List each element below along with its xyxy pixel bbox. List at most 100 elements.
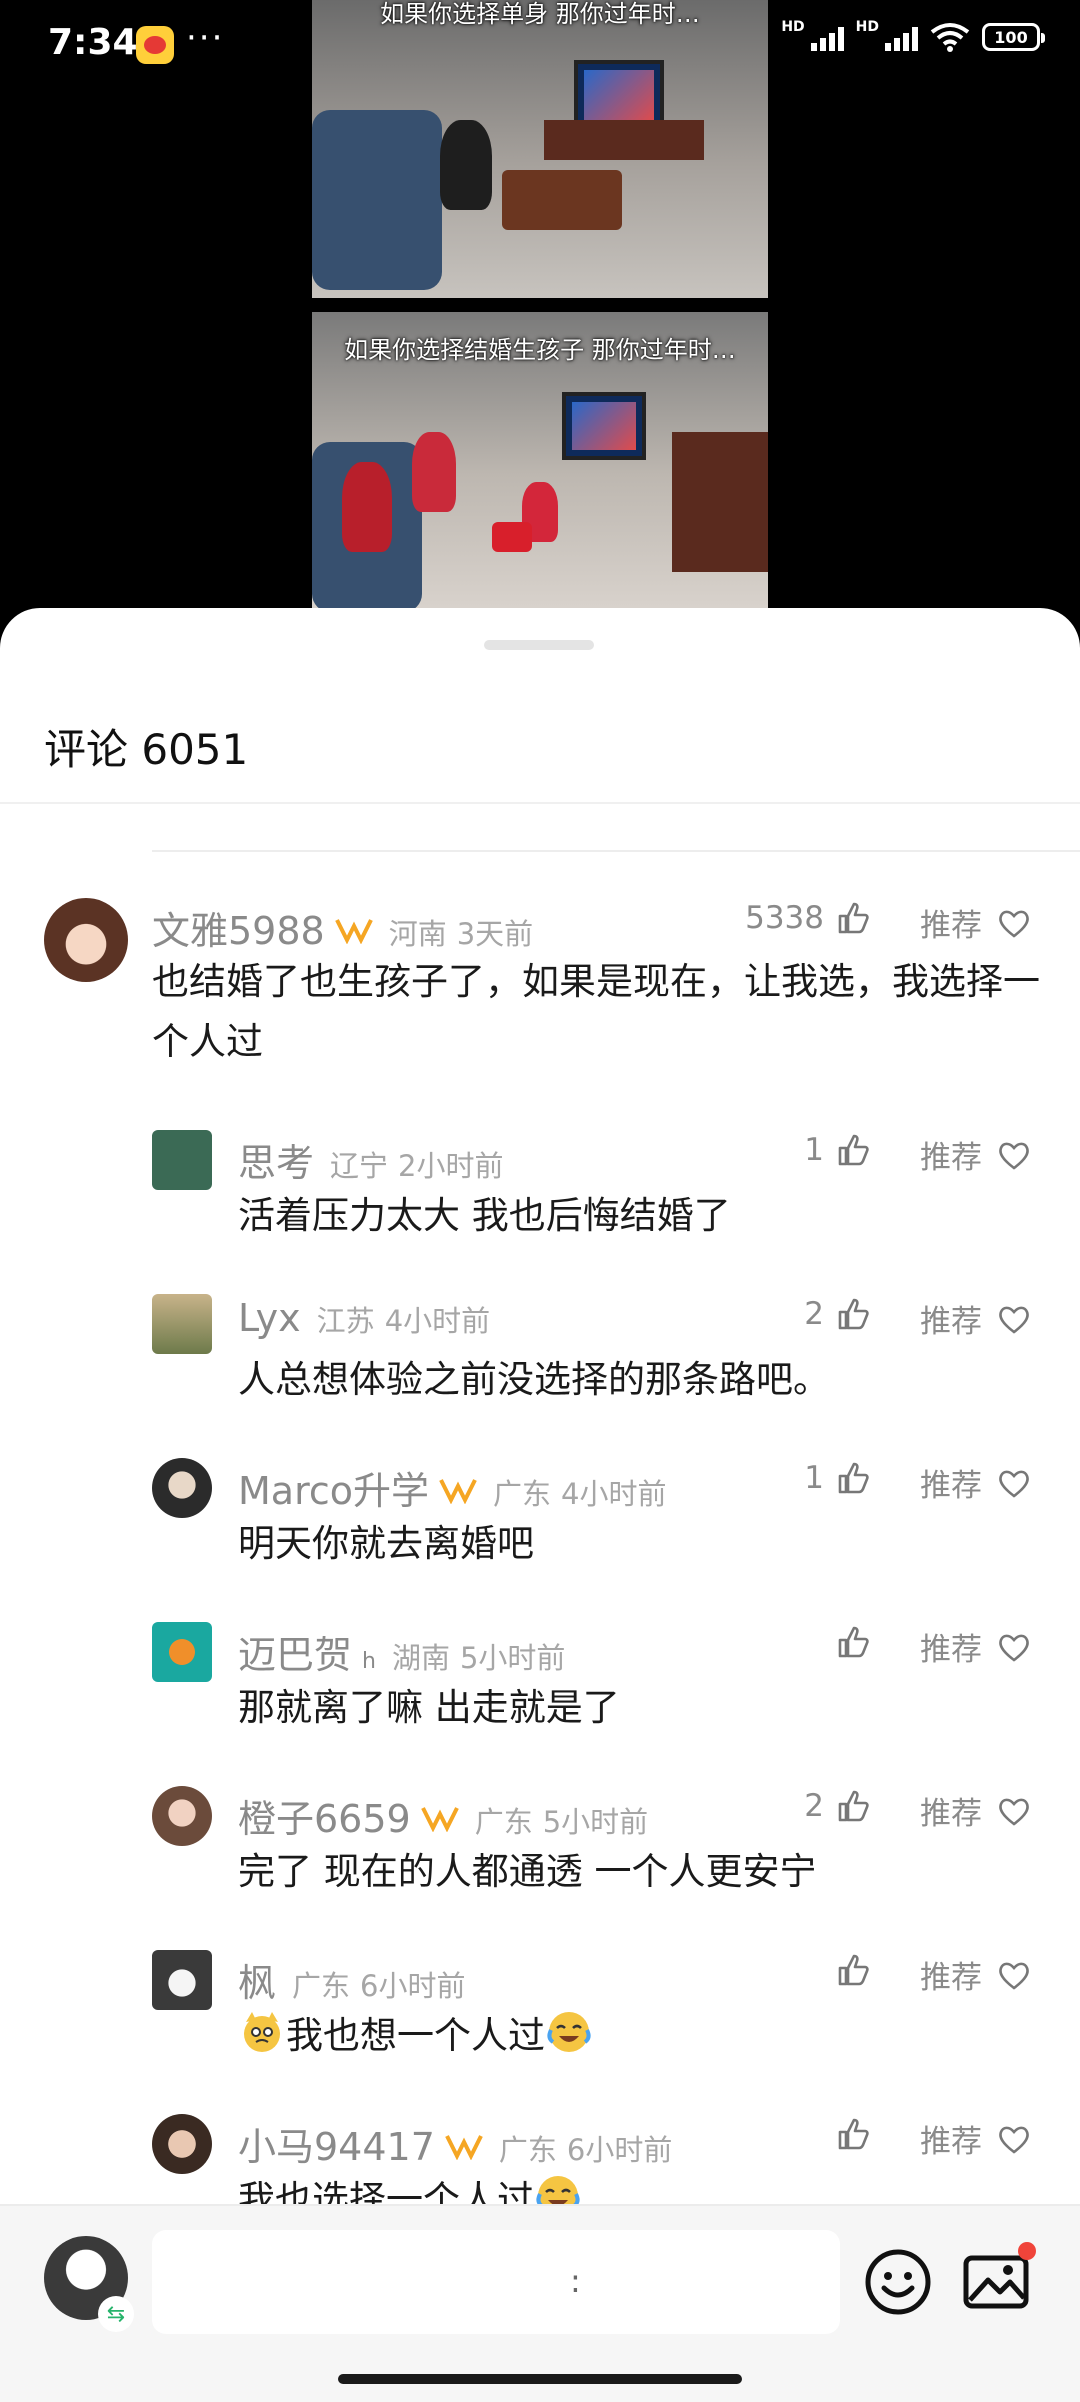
like-button[interactable]: 5338	[745, 900, 872, 936]
username[interactable]: 枫	[238, 1952, 276, 2007]
comment-meta: 枫 广东 6小时前	[238, 1952, 465, 2007]
like-count: 2	[804, 1296, 824, 1332]
comment-input[interactable]	[152, 2230, 840, 2334]
heart-icon	[999, 1798, 1029, 1826]
like-button[interactable]: 1	[804, 1460, 872, 1496]
recommend-label: 推荐	[920, 1140, 982, 1176]
vip-badge-icon	[439, 1479, 477, 1504]
avatar[interactable]	[152, 1294, 212, 1354]
recommend-button[interactable]: 推荐	[920, 1132, 1032, 1177]
username[interactable]: 文雅5988	[152, 900, 325, 955]
input-colon: :	[570, 2262, 581, 2300]
like-count: 2	[804, 1788, 824, 1824]
coffee-table	[502, 170, 622, 230]
recommend-button[interactable]: 推荐	[920, 900, 1032, 945]
location: 江苏	[316, 1304, 375, 1338]
comment-text: 那就离了嘛 出走就是了	[238, 1686, 620, 1729]
battery-icon: 100	[982, 23, 1045, 51]
avatar[interactable]	[152, 1458, 212, 1518]
weibo-icon	[136, 26, 174, 64]
recommend-button[interactable]: 推荐	[920, 1624, 1032, 1669]
vip-badge-icon	[420, 1807, 459, 1832]
heart-icon	[999, 910, 1029, 938]
username[interactable]: 橙子6659	[238, 1788, 411, 1843]
username[interactable]: 小马94417	[238, 2116, 435, 2171]
video-frame-single[interactable]: 如果你选择单身 那你过年时…	[312, 0, 768, 298]
drag-handle[interactable]	[484, 640, 594, 650]
location: 广东	[498, 2133, 557, 2167]
username[interactable]: 迈巴贺	[238, 1624, 352, 1679]
like-button[interactable]	[836, 1624, 872, 1660]
recommend-button[interactable]: 推荐	[920, 1460, 1032, 1505]
divider	[152, 850, 1080, 852]
comments-title: 评论 6051	[44, 725, 249, 774]
comment-text: 我也想一个人过	[286, 2014, 545, 2057]
timestamp: 5小时前	[542, 1805, 649, 1839]
tv	[562, 392, 646, 460]
red-box	[492, 522, 532, 552]
person	[342, 462, 392, 552]
username[interactable]: 思考	[238, 1132, 314, 1187]
timestamp: 2小时前	[398, 1149, 504, 1183]
like-button[interactable]: 1	[804, 1132, 872, 1168]
home-indicator[interactable]	[338, 2374, 742, 2384]
timestamp: 5小时前	[459, 1641, 566, 1675]
heart-icon	[999, 1142, 1029, 1170]
comment-meta: Lyx 江苏 4小时前	[238, 1296, 490, 1340]
avatar[interactable]	[152, 2114, 212, 2174]
vip-badge-icon	[334, 919, 373, 944]
like-button[interactable]: 2	[804, 1296, 872, 1332]
video-frame-married[interactable]: 如果你选择结婚生孩子 那你过年时…	[312, 312, 768, 608]
timestamp: 4小时前	[384, 1304, 491, 1338]
avatar[interactable]	[152, 1950, 212, 2010]
recommend-button[interactable]: 推荐	[920, 1296, 1032, 1341]
avatar[interactable]	[44, 898, 128, 982]
heart-icon	[999, 1962, 1029, 1990]
thumb-up-icon	[838, 1626, 869, 1658]
signal-area: HD HD 100	[781, 19, 1045, 52]
recommend-label: 推荐	[920, 2124, 982, 2160]
like-button[interactable]	[836, 1952, 872, 1988]
comment-meta: 思考 辽宁 2小时前	[238, 1132, 503, 1187]
avatar[interactable]	[152, 1622, 212, 1682]
username[interactable]: Lyx	[238, 1296, 301, 1340]
cell-signal-icon	[885, 23, 918, 51]
more-notifications-icon: ···	[186, 18, 225, 58]
location: 河南	[388, 917, 447, 951]
thumb-up-icon	[838, 902, 869, 934]
recommend-button[interactable]: 推荐	[920, 1788, 1032, 1833]
comment-text: 也结婚了也生孩子了，如果是现在，让我选，我选择一个人过	[152, 960, 1040, 1063]
comment-meta: 橙子6659 广东 5小时前	[238, 1788, 648, 1843]
like-count: 5338	[745, 900, 824, 936]
thumb-up-icon	[838, 1462, 869, 1494]
cell-signal-icon	[810, 23, 844, 51]
like-button[interactable]: 2	[804, 1788, 872, 1824]
recommend-label: 推荐	[920, 1796, 982, 1832]
user-suffix: h	[362, 1649, 376, 1674]
avatar[interactable]	[152, 1786, 212, 1846]
person	[412, 432, 456, 512]
timestamp: 4小时前	[561, 1477, 667, 1511]
comment-text: 完了 现在的人都通透 一个人更安宁	[238, 1850, 817, 1893]
like-count: 1	[804, 1132, 824, 1168]
comment-text: 明天你就去离婚吧	[238, 1522, 534, 1565]
like-button[interactable]	[836, 2116, 872, 2152]
username[interactable]: Marco升学	[238, 1460, 429, 1515]
thumb-up-icon	[838, 1954, 869, 1986]
switch-account-icon[interactable]: ⇆	[98, 2296, 134, 2332]
emoji-icon[interactable]	[862, 2246, 934, 2318]
heart-icon	[999, 1306, 1029, 1334]
comment-sheet: 评论 6051 文雅5988 河南 3天前 5338 推荐 也结婚了也生孩子了，…	[0, 608, 1080, 2400]
avatar[interactable]	[152, 1130, 212, 1190]
timestamp: 6小时前	[360, 1969, 466, 2003]
recommend-label: 推荐	[920, 908, 982, 944]
cabinet	[672, 432, 768, 572]
heart-icon	[999, 1470, 1029, 1498]
recommend-button[interactable]: 推荐	[920, 2116, 1032, 2161]
crying-laughing-emoji-icon	[547, 2012, 591, 2052]
location: 湖南	[391, 1641, 450, 1675]
person	[440, 120, 492, 210]
video-caption: 如果你选择单身 那你过年时…	[380, 0, 700, 28]
recommend-button[interactable]: 推荐	[920, 1952, 1032, 1997]
recommend-label: 推荐	[920, 1468, 982, 1504]
